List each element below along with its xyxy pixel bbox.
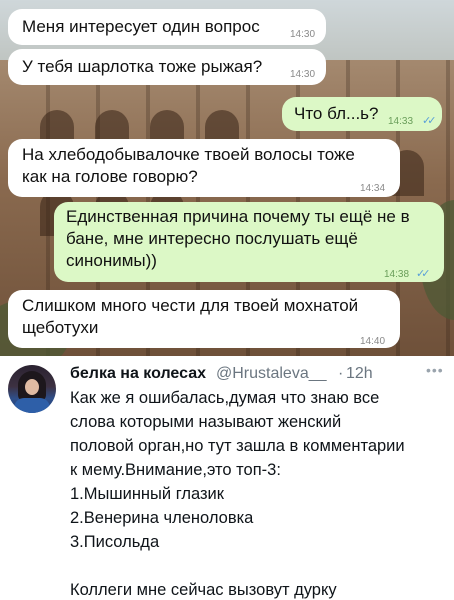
more-options-icon[interactable]: •••: [426, 362, 444, 378]
tweet-text-line: Как же я ошибалась,думая что знаю все: [70, 389, 380, 407]
message-time: 14:34: [360, 183, 386, 194]
tweet-text-line: к мему.Внимание,это топ-3:: [70, 461, 281, 479]
message-text-line: На хлебодобывалочке твоей волосы тоже: [22, 145, 355, 164]
tweet-author-handle[interactable]: @Hrustaleva__: [216, 365, 327, 383]
message-outgoing: Единственная причина почему ты ещё не в …: [54, 202, 444, 282]
message-incoming: Меня интересует один вопрос 14:30: [8, 9, 326, 45]
tweet-author-name[interactable]: белка на колесах: [70, 365, 206, 383]
read-check-icon: ✓✓: [416, 268, 431, 280]
tweet-text-line: Коллеги мне сейчас вызовут дурку: [70, 581, 337, 599]
tweet-text-line: 2.Венерина членоловка: [70, 509, 254, 527]
chat-screenshot: Меня интересует один вопрос 14:30 У тебя…: [0, 0, 454, 356]
tweet-timestamp[interactable]: 12h: [346, 365, 373, 383]
message-text-line: Слишком много чести для твоей мохнатой: [22, 296, 359, 315]
read-check-icon: ✓✓: [422, 115, 437, 127]
message-text: У тебя шарлотка тоже рыжая?: [22, 57, 263, 76]
message-time: 14:40: [360, 336, 386, 347]
message-time: 14:38: [384, 269, 410, 280]
message-time: 14:30: [290, 29, 316, 40]
message-text-line: бане, мне интересно послушать ещё: [66, 229, 358, 248]
message-text: Меня интересует один вопрос: [22, 17, 260, 36]
message-text-line: Единственная причина почему ты ещё не в: [66, 207, 410, 226]
message-incoming: У тебя шарлотка тоже рыжая? 14:30: [8, 49, 326, 85]
tweet-text-line: 3.Писольда: [70, 533, 160, 551]
message-incoming: Слишком много чести для твоей мохнатой щ…: [8, 290, 400, 348]
tweet-text-line: половой орган,но тут зашла в комментарии: [70, 437, 405, 455]
avatar-face: [25, 379, 39, 395]
message-incoming: На хлебодобывалочке твоей волосы тоже ка…: [8, 139, 400, 197]
message-text: Что бл...ь?: [294, 104, 379, 123]
tweet-text-line: 1.Мышинный глазик: [70, 485, 224, 503]
tweet: белка на колесах @Hrustaleva__ · 12h •••…: [0, 356, 454, 600]
message-text-line: щеботухи: [22, 318, 99, 337]
message-text-line: как на голове говорю?: [22, 167, 198, 186]
message-outgoing: Что бл...ь? 14:33 ✓✓: [282, 97, 442, 131]
avatar-body: [14, 398, 50, 413]
message-time: 14:30: [290, 69, 316, 80]
avatar[interactable]: [8, 365, 56, 413]
message-time: 14:33: [388, 116, 414, 127]
tweet-separator: ·: [338, 365, 344, 382]
tweet-text-line: слова которыми называют женский: [70, 413, 342, 431]
